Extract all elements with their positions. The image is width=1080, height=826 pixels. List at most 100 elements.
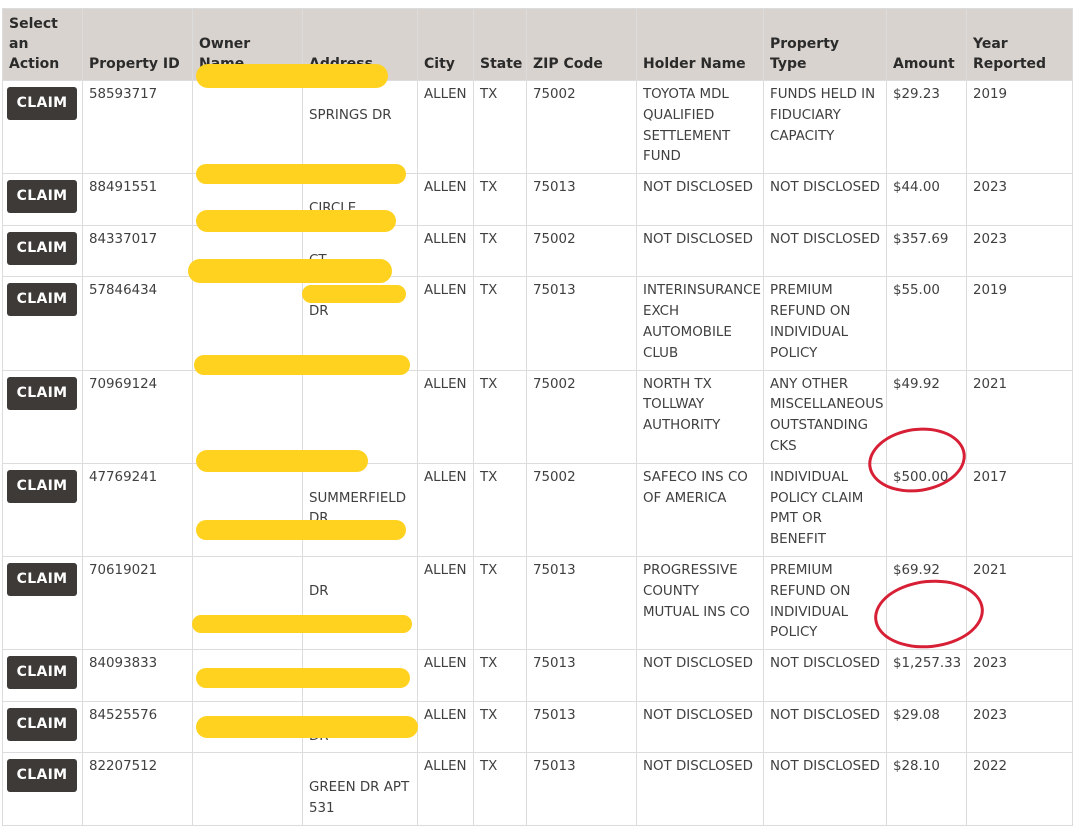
state-cell: TX	[473, 369, 527, 464]
column-header-property-id[interactable]: Property ID	[82, 8, 193, 81]
owner-name-cell	[192, 276, 303, 371]
address-cell: CT	[302, 224, 418, 278]
property-id-cell: 57846434	[82, 276, 193, 371]
owner-name-cell	[192, 752, 303, 826]
holder-name-cell: PROGRESSIVE COUNTY MUTUAL INS CO	[636, 555, 764, 651]
property-type-cell: PREMIUM REFUND ON INDIVIDUAL POLICY	[763, 555, 887, 651]
amount-cell: $44.00	[886, 173, 967, 226]
city-cell: ALLEN	[417, 752, 474, 826]
state-cell: TX	[473, 224, 527, 278]
column-header-property-type[interactable]: Property Type	[763, 8, 887, 81]
year-reported-cell: 2023	[966, 173, 1073, 226]
column-header-address[interactable]: Address	[302, 8, 418, 81]
city-cell: ALLEN	[417, 700, 474, 754]
state-cell: TX	[473, 649, 527, 702]
claim-button[interactable]: CLAIM	[7, 180, 77, 214]
action-cell: CLAIM	[2, 276, 83, 371]
property-id-cell: 82207512	[82, 752, 193, 826]
owner-name-cell	[192, 173, 303, 226]
action-cell: CLAIM	[2, 173, 83, 226]
claim-button[interactable]: CLAIM	[7, 759, 77, 793]
property-id-cell: 84337017	[82, 224, 193, 278]
claim-button[interactable]: CLAIM	[7, 562, 77, 596]
property-id-cell: 84525576	[82, 700, 193, 754]
action-cell: CLAIM	[2, 649, 83, 702]
amount-cell: $69.92	[886, 555, 967, 651]
amount-cell: $1,257.33	[886, 649, 967, 702]
city-cell: ALLEN	[417, 369, 474, 464]
table-row: CLAIM 84525576 DR ALLEN TX 75013 NOT DISCLOSE…	[2, 700, 1073, 754]
city-cell: ALLEN	[417, 79, 474, 175]
amount-cell: $49.92	[886, 369, 967, 464]
amount-cell: $55.00	[886, 276, 967, 371]
property-type-cell: PREMIUM REFUND ON INDIVIDUAL POLICY	[763, 276, 887, 371]
address-cell: CIRCLE	[302, 173, 418, 226]
zip-cell: 75002	[526, 79, 637, 175]
address-cell: DR	[302, 649, 418, 702]
owner-name-cell	[192, 462, 303, 557]
owner-name-cell	[192, 649, 303, 702]
column-header-owner-name[interactable]: Owner Name	[192, 8, 303, 81]
table-row: CLAIM 58593717 SPRINGS DR ALLEN TX 75002 TOYO…	[2, 79, 1073, 175]
property-type-cell: NOT DISCLOSED	[763, 649, 887, 702]
address-text: DR	[309, 676, 329, 692]
address-text: GREEN DR APT 531	[309, 780, 410, 816]
address-cell: GREEN DR APT 531	[302, 752, 418, 826]
city-cell: ALLEN	[417, 224, 474, 278]
city-cell: ALLEN	[417, 276, 474, 371]
claim-button[interactable]: CLAIM	[7, 656, 77, 690]
address-text: CT	[309, 252, 327, 268]
state-cell: TX	[473, 752, 527, 826]
claim-button[interactable]: CLAIM	[7, 376, 77, 410]
claim-button[interactable]: CLAIM	[7, 707, 77, 741]
action-cell: CLAIM	[2, 555, 83, 651]
holder-name-cell: NORTH TX TOLLWAY AUTHORITY	[636, 369, 764, 464]
property-type-cell: NOT DISCLOSED	[763, 224, 887, 278]
table-row: CLAIM 70619021 DR ALLEN TX 75013 PROGRESSIVE …	[2, 555, 1073, 651]
column-header-zip[interactable]: ZIP Code	[526, 8, 637, 81]
table-row: CLAIM 57846434 DR ALLEN TX 75013 INTERINSURAN…	[2, 276, 1073, 371]
address-text: DR	[309, 728, 329, 744]
owner-name-cell	[192, 224, 303, 278]
year-reported-cell: 2017	[966, 462, 1073, 557]
property-type-cell: ANY OTHER MISCELLANEOUS OUTSTANDING CKS	[763, 369, 887, 464]
address-cell: DR	[302, 276, 418, 371]
property-type-cell: NOT DISCLOSED	[763, 752, 887, 826]
property-id-cell: 58593717	[82, 79, 193, 175]
owner-name-cell	[192, 555, 303, 651]
property-type-cell: INDIVIDUAL POLICY CLAIM PMT OR BENEFIT	[763, 462, 887, 557]
column-header-city[interactable]: City	[417, 8, 474, 81]
address-cell: DR	[302, 700, 418, 754]
property-id-cell: 70969124	[82, 369, 193, 464]
claim-button[interactable]: CLAIM	[7, 231, 77, 265]
table-row: CLAIM 88491551 CIRCLE ALLEN TX 75013 NOT DISC…	[2, 173, 1073, 226]
address-text: SPRINGS DR	[309, 107, 392, 123]
address-text: DR	[309, 583, 329, 599]
city-cell: ALLEN	[417, 649, 474, 702]
action-cell: CLAIM	[2, 752, 83, 826]
address-cell: SPRINGS DR	[302, 79, 418, 175]
column-header-year-reported[interactable]: Year Reported	[966, 8, 1073, 81]
table-row: CLAIM 47769241 SUMMERFIELD DR ALLEN TX 75002…	[2, 462, 1073, 557]
property-type-cell: FUNDS HELD IN FIDUCIARY CAPACITY	[763, 79, 887, 175]
year-reported-cell: 2019	[966, 79, 1073, 175]
holder-name-cell: NOT DISCLOSED	[636, 224, 764, 278]
city-cell: ALLEN	[417, 173, 474, 226]
property-id-cell: 88491551	[82, 173, 193, 226]
claim-button[interactable]: CLAIM	[7, 283, 77, 317]
year-reported-cell: 2023	[966, 649, 1073, 702]
claim-button[interactable]: CLAIM	[7, 469, 77, 503]
action-cell: CLAIM	[2, 462, 83, 557]
column-header-state[interactable]: State	[473, 8, 527, 81]
zip-cell: 75013	[526, 752, 637, 826]
column-header-holder-name[interactable]: Holder Name	[636, 8, 764, 81]
amount-cell: $28.10	[886, 752, 967, 826]
claim-button[interactable]: CLAIM	[7, 87, 77, 120]
column-header-action: Select an Action	[2, 8, 83, 81]
action-cell: CLAIM	[2, 79, 83, 175]
year-reported-cell: 2023	[966, 224, 1073, 278]
action-cell: CLAIM	[2, 369, 83, 464]
column-header-amount[interactable]: Amount	[886, 8, 967, 81]
table-row: CLAIM 82207512 GREEN DR APT 531 ALLEN TX 750…	[2, 752, 1073, 826]
zip-cell: 75002	[526, 369, 637, 464]
